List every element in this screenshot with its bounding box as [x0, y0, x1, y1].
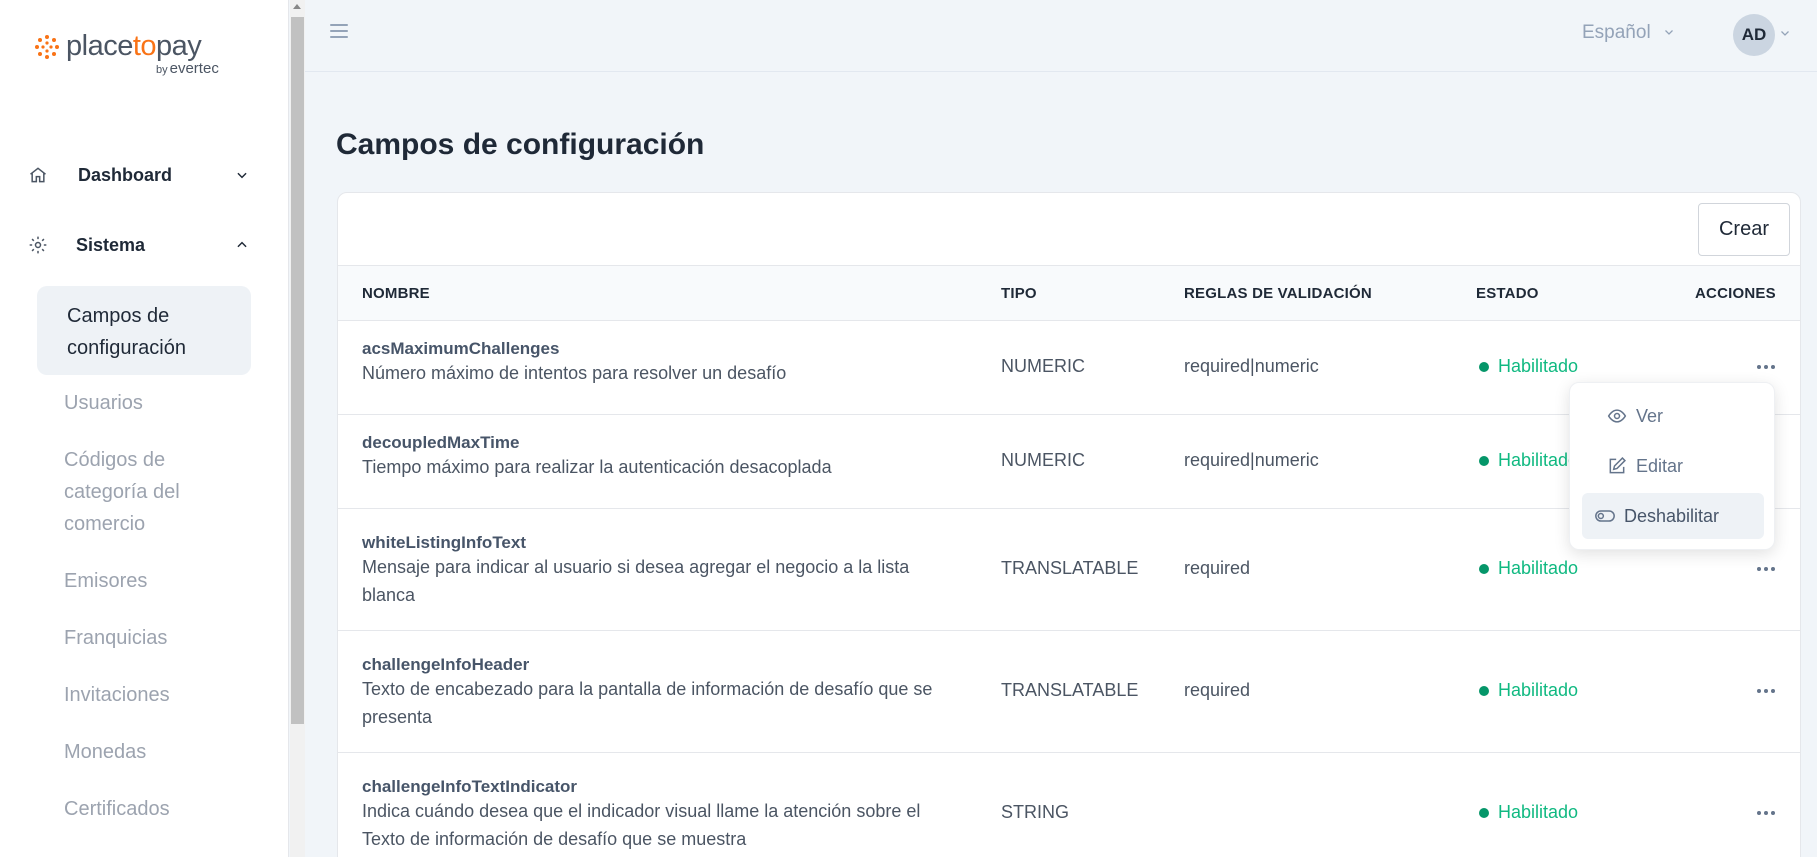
field-description: Texto de encabezado para la pantalla de … — [362, 679, 933, 727]
table-row: challengeInfoHeader Texto de encabezado … — [338, 631, 1800, 753]
scrollbar-thumb[interactable] — [291, 17, 304, 724]
gear-icon — [26, 233, 50, 257]
table-header: NOMBRE TIPO REGLAS DE VALIDACIÓN ESTADO … — [338, 265, 1800, 321]
column-header-acciones: ACCIONES — [1695, 285, 1776, 302]
edit-icon — [1606, 455, 1628, 477]
sidebar-item-codigos-categoria[interactable]: Códigos de categoría del comercio — [64, 444, 234, 540]
logo-mark-icon — [35, 34, 59, 59]
sidebar: placetopay by evertec Dashboard Sistema C… — [0, 0, 289, 857]
app: placetopay by evertec Dashboard Sistema C… — [0, 0, 1817, 857]
column-header-nombre: NOMBRE — [362, 285, 430, 302]
sidebar-item-franquicias[interactable]: Franquicias — [64, 622, 254, 654]
field-description: Indica cuándo desea que el indicador vis… — [362, 801, 921, 849]
field-rules: required — [1184, 558, 1251, 578]
field-type: NUMERIC — [1001, 450, 1085, 470]
more-actions-icon[interactable] — [1754, 683, 1778, 699]
field-name: acsMaximumChallenges — [362, 339, 560, 358]
field-type: STRING — [1001, 802, 1070, 822]
field-rules: required|numeric — [1184, 450, 1319, 470]
sidebar-item-usuarios[interactable]: Usuarios — [64, 387, 254, 419]
column-header-reglas: REGLAS DE VALIDACIÓN — [1184, 285, 1372, 302]
logo-text: placetopay — [66, 30, 202, 62]
menu-item-editar[interactable]: Editar — [1582, 443, 1764, 489]
status-badge: Habilitado — [1479, 802, 1578, 823]
eye-icon — [1606, 405, 1628, 427]
field-name: whiteListingInfoText — [362, 533, 527, 552]
menu-item-label: Editar — [1636, 455, 1684, 476]
field-type: NUMERIC — [1001, 356, 1085, 376]
chevron-down-icon — [233, 166, 251, 184]
field-name: decoupledMaxTime — [362, 433, 520, 452]
field-name: challengeInfoHeader — [362, 655, 530, 674]
field-type: TRANSLATABLE — [1001, 558, 1139, 578]
field-description: Mensaje para indicar al usuario si desea… — [362, 557, 910, 605]
field-name: challengeInfoTextIndicator — [362, 777, 578, 796]
status-badge: Habilitado — [1479, 558, 1578, 579]
chevron-down-icon — [1663, 22, 1675, 44]
status-dot — [1479, 807, 1489, 818]
sidebar-group-sistema[interactable]: Sistema — [26, 225, 251, 265]
toggle-icon — [1594, 505, 1616, 527]
status-dot — [1479, 361, 1489, 372]
status-dot — [1479, 563, 1489, 574]
table-row: challengeInfoTextIndicator Indica cuándo… — [338, 753, 1800, 857]
more-actions-icon[interactable] — [1754, 359, 1778, 375]
language-label: Español — [1582, 22, 1651, 43]
row-actions-menu: Ver Editar Deshabilitar — [1569, 382, 1775, 550]
logo: placetopay by evertec — [32, 30, 219, 77]
menu-item-label: Deshabilitar — [1624, 505, 1720, 526]
sidebar-group-label: Sistema — [76, 234, 146, 255]
menu-item-ver[interactable]: Ver — [1582, 393, 1764, 439]
status-dot — [1479, 685, 1489, 696]
sidebar-group-label: Dashboard — [78, 164, 173, 185]
status-badge: Habilitado — [1479, 356, 1578, 377]
field-description: Tiempo máximo para realizar la autentica… — [362, 457, 832, 477]
logo-subtitle: by evertec — [156, 60, 219, 77]
sidebar-item-monedas[interactable]: Monedas — [64, 736, 254, 768]
top-header: Español AD — [305, 0, 1817, 72]
status-badge: Habilitado — [1479, 680, 1578, 701]
sidebar-item-campos-de-configuracion[interactable]: Campos de configuración — [37, 286, 251, 375]
scroll-up-arrow-icon[interactable] — [293, 4, 301, 9]
sidebar-item-invitaciones[interactable]: Invitaciones — [64, 679, 254, 711]
status-dot — [1479, 455, 1489, 466]
field-description: Número máximo de intentos para resolver … — [362, 363, 787, 383]
page-title: Campos de configuración — [336, 128, 705, 161]
language-selector[interactable]: Español — [1582, 22, 1675, 44]
column-header-tipo: TIPO — [1001, 285, 1037, 302]
more-actions-icon[interactable] — [1754, 561, 1778, 577]
sidebar-scrollbar[interactable] — [290, 0, 305, 857]
chevron-down-icon — [1779, 26, 1791, 44]
home-icon — [26, 163, 50, 187]
sidebar-item-emisores[interactable]: Emisores — [64, 565, 254, 597]
user-menu[interactable]: AD — [1733, 14, 1791, 56]
menu-item-deshabilitar[interactable]: Deshabilitar — [1582, 493, 1764, 539]
more-actions-icon[interactable] — [1754, 805, 1778, 821]
status-badge: Habilitado — [1479, 450, 1578, 471]
sidebar-item-certificados[interactable]: Certificados — [64, 793, 254, 825]
chevron-up-icon — [233, 236, 251, 254]
field-rules: required — [1184, 680, 1251, 700]
menu-toggle-icon[interactable] — [330, 24, 348, 42]
column-header-estado: ESTADO — [1476, 285, 1539, 302]
create-button[interactable]: Crear — [1698, 203, 1790, 256]
sidebar-group-dashboard[interactable]: Dashboard — [26, 155, 251, 195]
menu-item-label: Ver — [1636, 405, 1664, 426]
field-rules: required|numeric — [1184, 356, 1319, 376]
field-type: TRANSLATABLE — [1001, 680, 1139, 700]
avatar: AD — [1733, 14, 1775, 56]
